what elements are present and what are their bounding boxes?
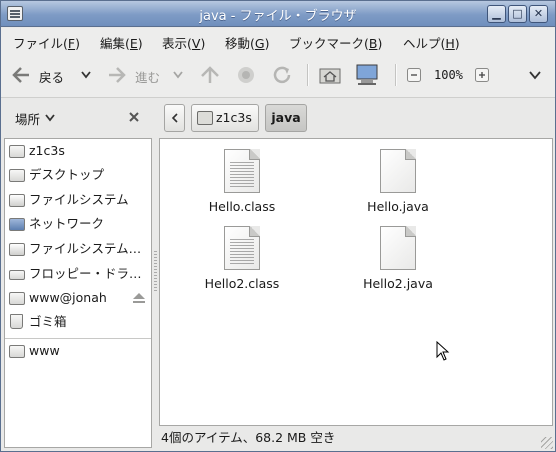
toolbar-overflow-chevron-icon[interactable] xyxy=(529,71,541,80)
network-icon xyxy=(9,218,25,231)
menu-view[interactable]: 表示(V) xyxy=(162,33,205,52)
file-item[interactable]: Hello2.java xyxy=(338,226,458,296)
back-button[interactable]: 戻る xyxy=(9,60,97,90)
zoom-in-icon[interactable] xyxy=(475,68,489,82)
up-arrow-icon[interactable] xyxy=(200,66,220,84)
sidebar-item-filesystem[interactable]: ファイルシステム xyxy=(8,189,150,211)
sidebar-item-filesystem-2[interactable]: ファイルシステム… xyxy=(8,238,150,260)
menu-bookmarks[interactable]: ブックマーク(B) xyxy=(289,33,382,52)
trash-icon xyxy=(10,314,23,329)
toolbar: 戻る 進む 100% xyxy=(1,52,555,98)
eject-icon[interactable] xyxy=(132,292,146,304)
sidebar-item-www-jonah[interactable]: www@jonah xyxy=(8,287,150,309)
network-folder-icon xyxy=(9,292,25,305)
maximize-button[interactable]: □ xyxy=(508,5,527,23)
sidebar-item-network[interactable]: ネットワーク xyxy=(8,213,150,235)
sidebar-item-trash[interactable]: ゴミ箱 xyxy=(8,311,150,333)
file-browser-window: java - ファイル・ブラウザ ▁ □ ✕ ファイル(F) 編集(E) 表示(… xyxy=(0,0,556,452)
mouse-cursor-icon xyxy=(436,341,450,361)
desktop-folder-icon xyxy=(9,169,25,182)
text-file-icon xyxy=(224,226,260,270)
home-folder-icon xyxy=(9,145,25,158)
sidebar-item-home[interactable]: z1c3s xyxy=(8,140,150,162)
blank-file-icon xyxy=(380,149,416,193)
title-bar[interactable]: java - ファイル・ブラウザ ▁ □ ✕ xyxy=(1,1,555,27)
computer-icon[interactable] xyxy=(355,64,379,86)
places-selector[interactable]: 場所 xyxy=(15,109,40,128)
path-bar: z1c3s java xyxy=(161,104,551,134)
sidebar-item-desktop[interactable]: デスクトップ xyxy=(8,164,150,186)
chevron-down-icon[interactable] xyxy=(173,71,183,79)
file-view[interactable]: Hello.class Hello.java Hello2.class Hell… xyxy=(159,138,553,426)
home-folder-icon xyxy=(197,111,213,125)
menu-file[interactable]: ファイル(F) xyxy=(13,33,80,52)
folder-icon xyxy=(9,345,25,358)
status-text: 4個のアイテム、68.2 MB 空き xyxy=(161,430,336,445)
sidebar-divider xyxy=(5,338,151,339)
menu-bar: ファイル(F) 編集(E) 表示(V) 移動(G) ブックマーク(B) ヘルプ(… xyxy=(1,28,555,52)
stop-icon[interactable] xyxy=(237,66,255,84)
window-title: java - ファイル・ブラウザ xyxy=(199,9,357,24)
status-bar: 4個のアイテム、68.2 MB 空き xyxy=(161,429,551,449)
zoom-level: 100% xyxy=(434,68,463,82)
chevron-down-icon[interactable] xyxy=(81,71,91,79)
back-arrow-icon xyxy=(12,67,29,83)
drive-icon xyxy=(9,243,25,256)
chevron-down-icon[interactable] xyxy=(45,114,55,122)
sidebar-header: 場所 xyxy=(4,102,154,134)
reload-icon[interactable] xyxy=(272,65,292,85)
path-scroll-left-button[interactable] xyxy=(164,104,185,132)
close-button[interactable]: ✕ xyxy=(529,5,548,23)
text-file-icon xyxy=(224,149,260,193)
zoom-out-icon[interactable] xyxy=(407,68,421,82)
forward-button[interactable]: 進む xyxy=(105,60,191,90)
blank-file-icon xyxy=(380,226,416,270)
close-sidebar-icon[interactable] xyxy=(128,111,140,123)
places-sidebar: z1c3s デスクトップ ファイルシステム ネットワーク ファイルシステム… フ… xyxy=(4,138,152,448)
file-item[interactable]: Hello2.class xyxy=(182,226,302,296)
pane-splitter-handle[interactable] xyxy=(154,251,157,291)
forward-arrow-icon xyxy=(109,67,126,83)
forward-label: 進む xyxy=(135,70,161,85)
chevron-left-icon xyxy=(171,113,178,123)
menu-help[interactable]: ヘルプ(H) xyxy=(403,33,460,52)
drive-icon xyxy=(9,194,25,207)
menu-go[interactable]: 移動(G) xyxy=(225,33,269,52)
home-icon[interactable] xyxy=(319,66,341,84)
floppy-icon xyxy=(9,270,25,280)
file-item[interactable]: Hello.class xyxy=(182,149,302,219)
path-button-current[interactable]: java xyxy=(265,104,307,132)
sidebar-item-bookmark-www[interactable]: www xyxy=(8,340,150,362)
minimize-button[interactable]: ▁ xyxy=(487,5,506,23)
file-item[interactable]: Hello.java xyxy=(338,149,458,219)
sidebar-item-floppy[interactable]: フロッピー・ドラ… xyxy=(8,263,150,285)
menu-edit[interactable]: 編集(E) xyxy=(100,33,143,52)
resize-grip[interactable] xyxy=(541,437,553,449)
path-button-home[interactable]: z1c3s xyxy=(191,104,259,132)
back-label: 戻る xyxy=(39,70,65,85)
